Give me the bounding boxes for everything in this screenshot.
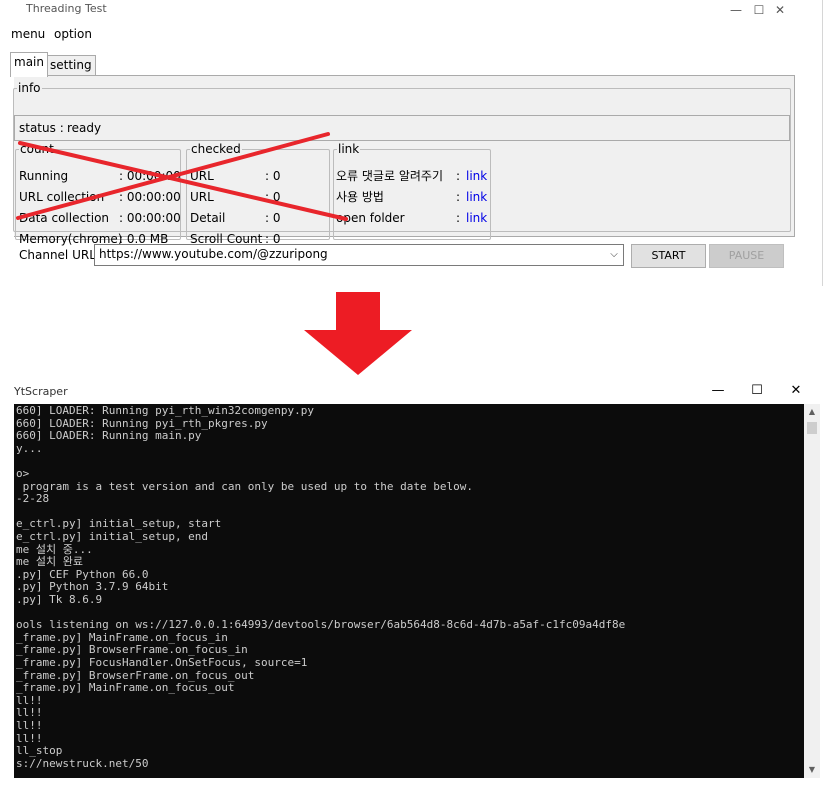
console-line: _frame.py] MainFrame.on_focus_out	[16, 681, 235, 695]
console-line: .py] Tk 8.6.9	[16, 593, 103, 606]
console-line: y...	[16, 441, 43, 455]
arrow-down-icon	[304, 292, 412, 375]
console-window: YtScraper — ☐ ✕ 660] LOADER: Running pyi…	[14, 380, 822, 778]
console-line: ll!!	[16, 693, 43, 707]
console-line: 660] LOADER: Running pyi_rth_win32comgen…	[16, 404, 315, 417]
console-line: ll!!	[16, 719, 43, 732]
console-maximize-button[interactable]: ☐	[747, 382, 767, 400]
console-line: ools listening on ws://127.0.0.1:64993/d…	[16, 618, 626, 632]
red-cross-mark	[16, 132, 348, 221]
console-line: .py] Python 3.7.9 64bit	[16, 580, 169, 594]
console-line: ll!!	[16, 731, 43, 745]
scroll-down-icon[interactable]: ▼	[804, 762, 820, 778]
console-line: me 설치 완료	[16, 555, 83, 569]
console-line: e_ctrl.py] initial_setup, end	[16, 530, 209, 543]
console-line: -2-28	[16, 492, 50, 506]
console-line: .py] CEF Python 66.0	[16, 567, 149, 581]
console-output[interactable]: 660] LOADER: Running pyi_rth_win32comgen…	[14, 404, 804, 778]
console-line: 660] LOADER: Running main.py	[16, 429, 202, 443]
console-line: _frame.py] FocusHandler.OnSetFocus, sour…	[16, 656, 308, 669]
console-line: ll!!	[16, 706, 43, 720]
cross-stroke-1	[18, 141, 348, 221]
console-line: ll_stop	[16, 744, 63, 758]
console-minimize-button[interactable]: —	[708, 382, 728, 400]
console-scrollbar[interactable]: ▲ ▼	[804, 404, 820, 778]
console-line: _frame.py] MainFrame.on_focus_in	[16, 630, 228, 644]
console-title: YtScraper	[14, 385, 68, 398]
console-close-button[interactable]: ✕	[786, 382, 806, 400]
console-line: e_ctrl.py] initial_setup, start	[16, 517, 222, 531]
arrow-down-shape	[304, 292, 412, 375]
console-line: o>	[16, 467, 30, 480]
tab-main[interactable]: main	[10, 52, 48, 77]
scroll-thumb[interactable]	[807, 422, 817, 434]
console-line: program is a test version and can only b…	[16, 479, 473, 493]
console-line: s://newstruck.net/50	[16, 756, 149, 770]
threading-test-window: Threading Test — ☐ ✕ menu option main se…	[10, 0, 823, 286]
console-line: _frame.py] BrowserFrame.on_focus_in	[16, 643, 248, 657]
console-line: me 설치 중...	[16, 542, 93, 556]
console-line: _frame.py] BrowserFrame.on_focus_out	[16, 668, 255, 682]
console-line: 660] LOADER: Running pyi_rth_pkgres.py	[16, 416, 268, 430]
scroll-up-icon[interactable]: ▲	[804, 404, 820, 420]
console-title-bar[interactable]: YtScraper — ☐ ✕	[14, 380, 822, 404]
